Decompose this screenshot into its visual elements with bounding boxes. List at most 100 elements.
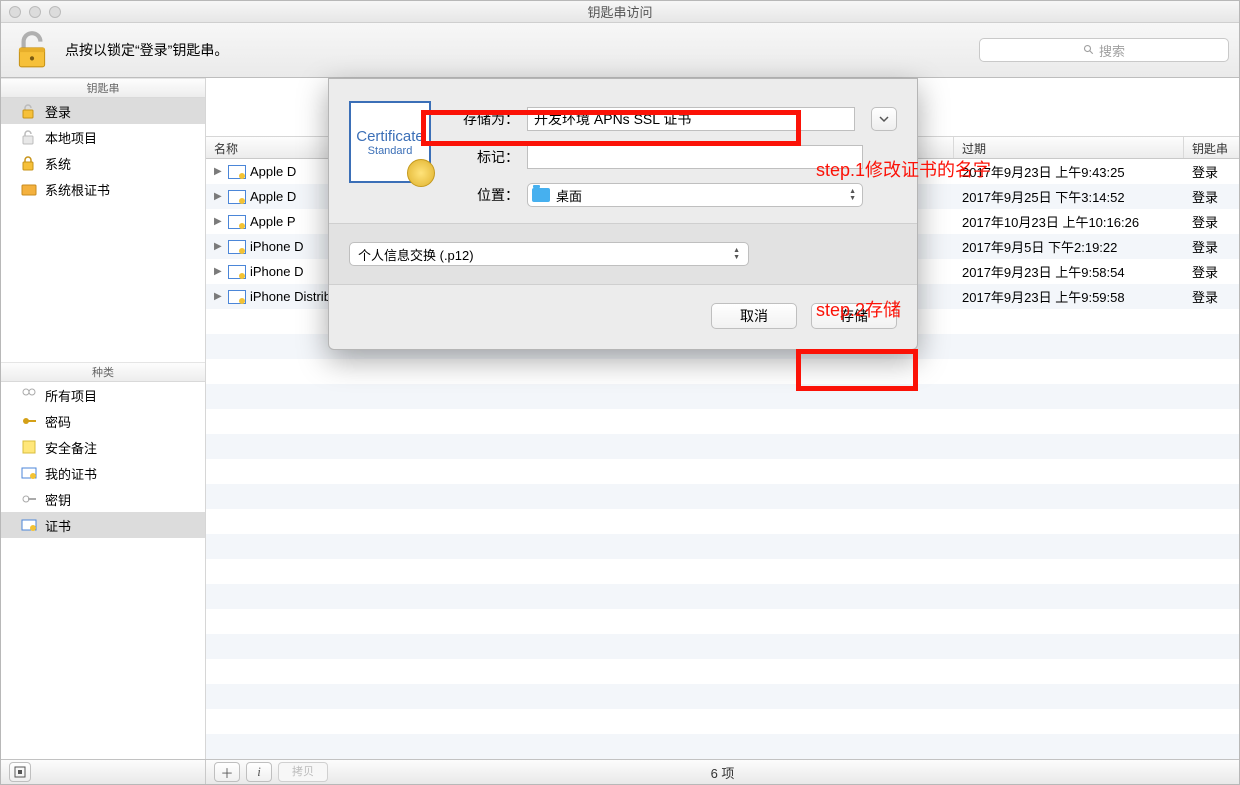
- lock-icon[interactable]: [11, 29, 53, 71]
- disclosure-triangle-icon[interactable]: ▶: [214, 191, 224, 202]
- cert-icon: [228, 290, 246, 304]
- col-keychain[interactable]: 钥匙串: [1184, 137, 1239, 158]
- toolbar: 点按以锁定“登录”钥匙串。 搜索: [1, 23, 1239, 78]
- key-icon: [21, 491, 37, 507]
- location-select[interactable]: 桌面 ▲▼: [527, 183, 863, 207]
- empty-row: [206, 359, 1239, 384]
- sidebar: 钥匙串 登录 本地项目 系统 系统根证书: [1, 78, 206, 759]
- disclosure-triangle-icon[interactable]: ▶: [214, 166, 224, 177]
- cert-icon: [21, 465, 37, 481]
- empty-row: [206, 409, 1239, 434]
- keychain-window: 钥匙串访问 点按以锁定“登录”钥匙串。 搜索 钥匙串 登录: [0, 0, 1240, 785]
- keychains-list: 登录 本地项目 系统 系统根证书: [1, 98, 205, 202]
- keychains-header: 钥匙串: [1, 78, 205, 98]
- copy-button[interactable]: 拷贝: [278, 762, 328, 782]
- empty-row: [206, 609, 1239, 634]
- sidebar-item-system-roots[interactable]: 系统根证书: [1, 176, 205, 202]
- sidebar-item-label: 登录: [45, 102, 71, 121]
- empty-row: [206, 459, 1239, 484]
- save-as-input[interactable]: [527, 107, 855, 131]
- sidebar-item-login[interactable]: 登录: [1, 98, 205, 124]
- disclosure-triangle-icon[interactable]: ▶: [214, 266, 224, 277]
- note-icon: [21, 439, 37, 455]
- empty-row: [206, 734, 1239, 759]
- row-expires: 2017年9月23日 上午9:59:58: [954, 287, 1184, 306]
- sidebar-item-system[interactable]: 系统: [1, 150, 205, 176]
- unlocked-icon: [21, 129, 37, 145]
- row-keychain: 登录: [1184, 162, 1239, 181]
- sidebar-item-label: 本地项目: [45, 128, 97, 147]
- format-value: 个人信息交换 (.p12): [358, 245, 474, 264]
- row-name: Apple D: [250, 189, 296, 204]
- empty-row: [206, 484, 1239, 509]
- sidebar-item-label: 系统根证书: [45, 180, 110, 199]
- row-name: iPhone D: [250, 264, 303, 279]
- cert-icon: [228, 265, 246, 279]
- statusbar: ＋ i 拷贝 6 项: [1, 759, 1239, 784]
- format-select[interactable]: 个人信息交换 (.p12) ▲▼: [349, 242, 749, 266]
- sidebar-item-label: 我的证书: [45, 464, 97, 483]
- cert-icon: [21, 517, 37, 533]
- search-placeholder: 搜索: [1099, 41, 1125, 60]
- sidebar-item-local[interactable]: 本地项目: [1, 124, 205, 150]
- row-keychain: 登录: [1184, 212, 1239, 231]
- empty-row: [206, 534, 1239, 559]
- row-name: Apple P: [250, 214, 296, 229]
- cert-icon: [228, 215, 246, 229]
- category-certs[interactable]: 证书: [1, 512, 205, 538]
- empty-row: [206, 684, 1239, 709]
- item-count: 6 项: [206, 763, 1239, 782]
- cert-icon: [228, 240, 246, 254]
- category-all[interactable]: 所有项目: [1, 382, 205, 408]
- tags-label: 标记：: [447, 147, 519, 167]
- main-pane: 名称 种类 过期 钥匙串 ▶Apple D2017年9月23日 上午9:43:2…: [206, 78, 1239, 759]
- location-label: 位置：: [447, 185, 519, 205]
- chevron-down-icon: [878, 113, 890, 125]
- category-notes[interactable]: 安全备注: [1, 434, 205, 460]
- categories-header: 种类: [1, 362, 205, 382]
- desktop-folder-icon: [532, 188, 550, 202]
- expand-icon: [14, 766, 26, 778]
- disclosure-triangle-icon[interactable]: ▶: [214, 216, 224, 227]
- row-expires: 2017年9月23日 上午9:43:25: [954, 162, 1184, 181]
- locked-icon: [21, 155, 37, 171]
- sidebar-item-label: 密码: [45, 412, 71, 431]
- col-expires[interactable]: 过期: [954, 137, 1184, 158]
- certificate-thumb-icon: Certificate Standard: [349, 101, 431, 183]
- key-icon: [21, 413, 37, 429]
- empty-row: [206, 559, 1239, 584]
- row-name: Apple D: [250, 164, 296, 179]
- sidebar-item-label: 密钥: [45, 490, 71, 509]
- titlebar: 钥匙串访问: [1, 1, 1239, 23]
- cert-icon: [228, 165, 246, 179]
- empty-row: [206, 434, 1239, 459]
- row-expires: 2017年9月5日 下午2:19:22: [954, 237, 1184, 256]
- category-my-certs[interactable]: 我的证书: [1, 460, 205, 486]
- expand-button[interactable]: [871, 107, 897, 131]
- empty-row: [206, 509, 1239, 534]
- folder-icon: [21, 181, 37, 197]
- sidebar-item-label: 证书: [45, 516, 71, 535]
- categories-list: 所有项目 密码 安全备注 我的证书 密钥: [1, 382, 205, 538]
- category-passwords[interactable]: 密码: [1, 408, 205, 434]
- info-button[interactable]: i: [246, 762, 272, 782]
- save-button[interactable]: 存储: [811, 303, 897, 329]
- search-input[interactable]: 搜索: [979, 38, 1229, 62]
- cancel-button[interactable]: 取消: [711, 303, 797, 329]
- all-icon: [21, 387, 37, 403]
- tags-input[interactable]: [527, 145, 863, 169]
- stepper-icon: ▲▼: [849, 188, 856, 202]
- window-title: 钥匙串访问: [1, 2, 1239, 21]
- disclosure-triangle-icon[interactable]: ▶: [214, 291, 224, 302]
- unlocked-icon: [21, 103, 37, 119]
- cert-icon: [228, 190, 246, 204]
- disclosure-triangle-icon[interactable]: ▶: [214, 241, 224, 252]
- sidebar-item-label: 所有项目: [45, 386, 97, 405]
- view-toggle-button[interactable]: [9, 762, 31, 782]
- empty-row: [206, 659, 1239, 684]
- row-keychain: 登录: [1184, 237, 1239, 256]
- empty-row: [206, 584, 1239, 609]
- category-keys[interactable]: 密钥: [1, 486, 205, 512]
- location-value: 桌面: [556, 186, 582, 205]
- add-button[interactable]: ＋: [214, 762, 240, 782]
